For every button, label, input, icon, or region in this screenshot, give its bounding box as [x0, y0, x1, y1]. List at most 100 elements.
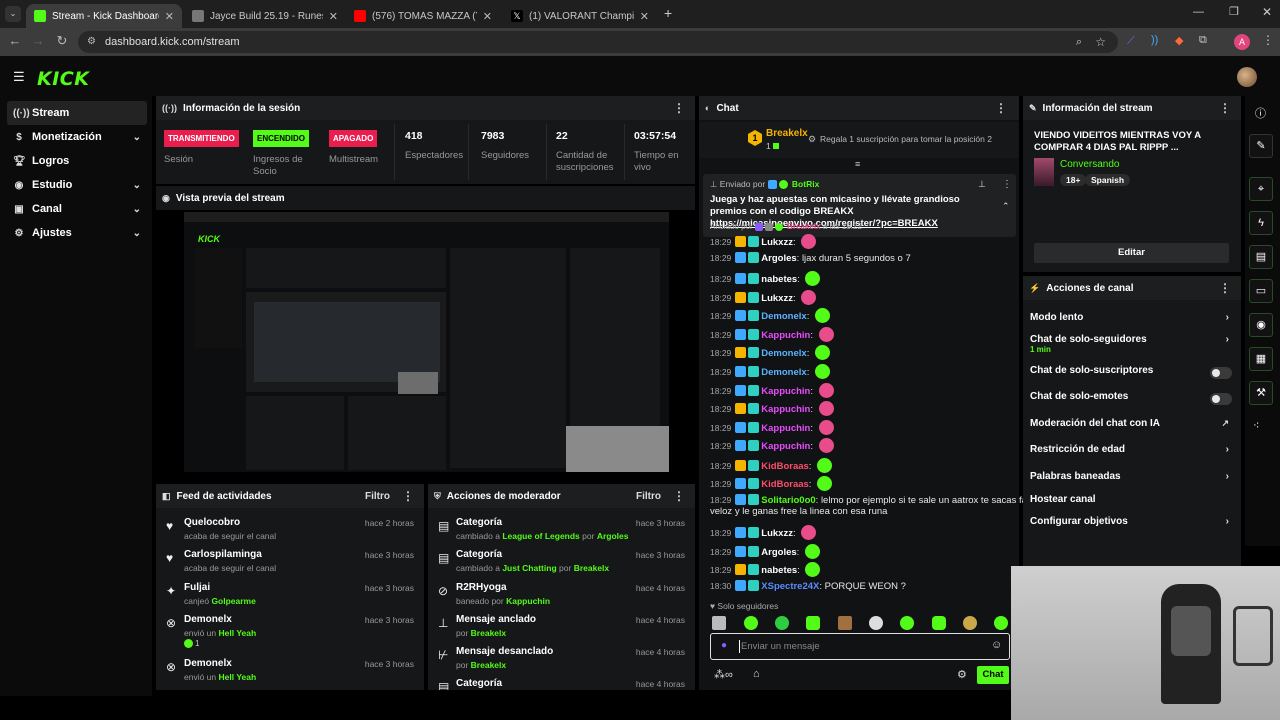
browser-tab-1[interactable]: Jayce Build 25.19 - Runes, Item ✕: [184, 4, 346, 28]
extension-wave-icon[interactable]: )): [1151, 34, 1158, 46]
emoji-icon[interactable]: ☺: [991, 639, 1002, 651]
filter-button[interactable]: Filtro: [365, 491, 390, 502]
action-followers-only[interactable]: Chat de solo-seguidores 1 min ›: [1030, 334, 1232, 356]
chat-settings-divider-icon[interactable]: ≡: [855, 159, 860, 169]
more-options-icon[interactable]: ⋮: [673, 489, 685, 503]
emote-icon[interactable]: [712, 616, 726, 630]
pencil-icon[interactable]: ✎: [1249, 134, 1273, 158]
hamburger-menu-icon[interactable]: ☰: [13, 69, 25, 85]
message-username[interactable]: KidBoraas: [761, 479, 809, 490]
forward-icon[interactable]: →: [29, 33, 47, 48]
wrench-icon[interactable]: ⚒: [1249, 381, 1273, 405]
gift-leaderboard[interactable]: 1 Breakelx 1 ⚙ Regala 1 suscripción para…: [699, 122, 1019, 158]
browser-tab-3[interactable]: 𝕏 (1) VALORANT Champions Tour ✕: [503, 4, 657, 28]
unpin-icon[interactable]: ⊥: [978, 179, 986, 190]
chat-message[interactable]: 18:29 nabetes:: [710, 271, 1006, 286]
pinned-message[interactable]: ⊥ Enviado por BotRix ⊥ ⋮ Juega y haz apu…: [703, 174, 1016, 237]
chat-message[interactable]: 18:29 Argoles: ljax duran 5 segundos o 7: [710, 252, 1006, 265]
mod-action-item[interactable]: ▤ Categoría hace 4 horas: [428, 675, 695, 690]
message-username[interactable]: Kappuchin: [761, 423, 810, 434]
message-username[interactable]: nabetes: [761, 565, 797, 576]
chat-settings-gear-icon[interactable]: ⚙: [957, 668, 967, 681]
message-username[interactable]: Lukxzz: [761, 237, 793, 248]
info-icon[interactable]: ⓘ: [1255, 105, 1266, 121]
bookmark-star-icon[interactable]: ☆: [1095, 31, 1106, 53]
sidebar-item-logros[interactable]: 🏆︎ Logros: [7, 149, 147, 173]
emote-icon[interactable]: [900, 616, 914, 630]
emote-icon[interactable]: [775, 616, 789, 630]
feed-item[interactable]: ⊗ Demonelx envió un Hell Yeah 1 hace 3 h…: [156, 611, 424, 651]
emote-icon[interactable]: [838, 616, 852, 630]
message-username[interactable]: Argoles: [761, 547, 796, 558]
emote-icon[interactable]: [963, 616, 977, 630]
chat-message[interactable]: 18:29 Kappuchin:: [710, 401, 1006, 416]
stream-category[interactable]: Conversando: [1060, 159, 1119, 170]
sidebar-item-stream[interactable]: ((·)) Stream: [7, 101, 147, 125]
action-configure-goals[interactable]: Configurar objetivos ›: [1030, 516, 1232, 534]
toggle-switch[interactable]: [1210, 367, 1232, 379]
message-username[interactable]: Demonelx: [761, 367, 806, 378]
emote-icon[interactable]: [744, 616, 758, 630]
chat-message[interactable]: 18:29 Lukxzz:: [710, 290, 1006, 305]
maximize-window-icon[interactable]: ❐: [1229, 5, 1239, 18]
message-username[interactable]: Demonelx: [761, 348, 806, 359]
emote-icon[interactable]: [932, 616, 946, 630]
message-username[interactable]: Solitario0o0: [761, 495, 815, 506]
crosshair-icon[interactable]: ⌖: [1249, 177, 1273, 201]
shuffle-icon[interactable]: ⁖: [1253, 419, 1259, 432]
browser-tab-2[interactable]: (576) TOMÁS MAZZA (Y ALONS ✕: [346, 4, 500, 28]
close-tab-icon[interactable]: ✕: [165, 10, 174, 23]
filter-button[interactable]: Filtro: [636, 491, 661, 502]
edit-stream-button[interactable]: Editar: [1034, 243, 1229, 263]
extension-icon[interactable]: ⟋: [1127, 35, 1141, 49]
message-username[interactable]: Argoles: [761, 253, 796, 264]
feed-item[interactable]: ⊗ Demonelx envió un Hell Yeah hace 3 hor…: [156, 655, 424, 695]
address-bar[interactable]: ⚙ dashboard.kick.com/stream ⌕ ☆: [78, 31, 1118, 53]
message-username[interactable]: Kappuchin: [761, 404, 810, 415]
chat-bubble-icon[interactable]: ▭: [1249, 279, 1273, 303]
chat-message[interactable]: 18:29 Argoles:: [710, 544, 1006, 559]
points-icon[interactable]: ⁂∞: [714, 668, 733, 681]
emote-icon[interactable]: [994, 616, 1008, 630]
close-tab-icon[interactable]: ✕: [329, 10, 338, 23]
zoom-icon[interactable]: ⌕: [1076, 31, 1082, 53]
sidebar-item-ajustes[interactable]: ⚙ Ajustes ⌄: [7, 221, 147, 245]
microphone-icon[interactable]: ●: [721, 640, 727, 651]
action-age-restriction[interactable]: Restricción de edad ›: [1030, 444, 1232, 462]
extensions-puzzle-icon[interactable]: ⧉: [1199, 34, 1207, 47]
chat-message[interactable]: 18:29 Kappuchin:: [710, 383, 1006, 398]
message-username[interactable]: KidBoraas: [761, 461, 809, 472]
action-slow-mode[interactable]: Modo lento ›: [1030, 312, 1232, 330]
more-options-icon[interactable]: ⋮: [1002, 179, 1012, 190]
send-chat-button[interactable]: Chat: [977, 666, 1009, 684]
collapse-chevron-icon[interactable]: ⌃: [1002, 201, 1010, 212]
chat-message[interactable]: 18:29 Demonelx:: [710, 364, 1006, 379]
message-username[interactable]: Lukxzz: [761, 528, 793, 539]
broadcast-icon[interactable]: ◉: [1249, 313, 1273, 337]
user-avatar[interactable]: [1237, 67, 1257, 87]
chat-message[interactable]: 18:30 XSpectre24X: PORQUE WEON ?: [710, 580, 1006, 593]
close-tab-icon[interactable]: ✕: [640, 10, 649, 23]
close-window-icon[interactable]: ✕: [1262, 5, 1272, 19]
chat-message[interactable]: 18:29 Demonelx:: [710, 308, 1006, 323]
drive-icon[interactable]: ▦: [1249, 347, 1273, 371]
more-options-icon[interactable]: ⋮: [995, 101, 1007, 115]
message-username[interactable]: Kappuchin: [761, 330, 810, 341]
more-options-icon[interactable]: ⋮: [1219, 281, 1231, 295]
action-subscribers-only[interactable]: Chat de solo-suscriptores: [1030, 365, 1232, 383]
message-username[interactable]: XSpectre24X: [761, 581, 819, 592]
tab-search-button[interactable]: ⌄: [5, 6, 21, 22]
close-tab-icon[interactable]: ✕: [483, 10, 492, 23]
stream-preview-video[interactable]: KICK: [184, 212, 669, 472]
action-ai-moderation[interactable]: Moderación del chat con IA ↗: [1030, 418, 1232, 436]
profile-avatar[interactable]: A: [1234, 34, 1250, 50]
chat-message[interactable]: 18:29 Lukxzz:: [710, 525, 1006, 540]
emote-icon[interactable]: [869, 616, 883, 630]
kick-logo[interactable]: KICK: [37, 68, 89, 90]
chat-message[interactable]: 18:29 Kappuchin:: [710, 420, 1006, 435]
browser-tab-0[interactable]: Stream - Kick Dashboard ✕: [26, 4, 182, 28]
message-username[interactable]: Kappuchin: [761, 441, 810, 452]
new-tab-button[interactable]: +: [664, 5, 672, 21]
minimize-window-icon[interactable]: —: [1193, 6, 1204, 18]
toggle-switch[interactable]: [1210, 393, 1232, 405]
